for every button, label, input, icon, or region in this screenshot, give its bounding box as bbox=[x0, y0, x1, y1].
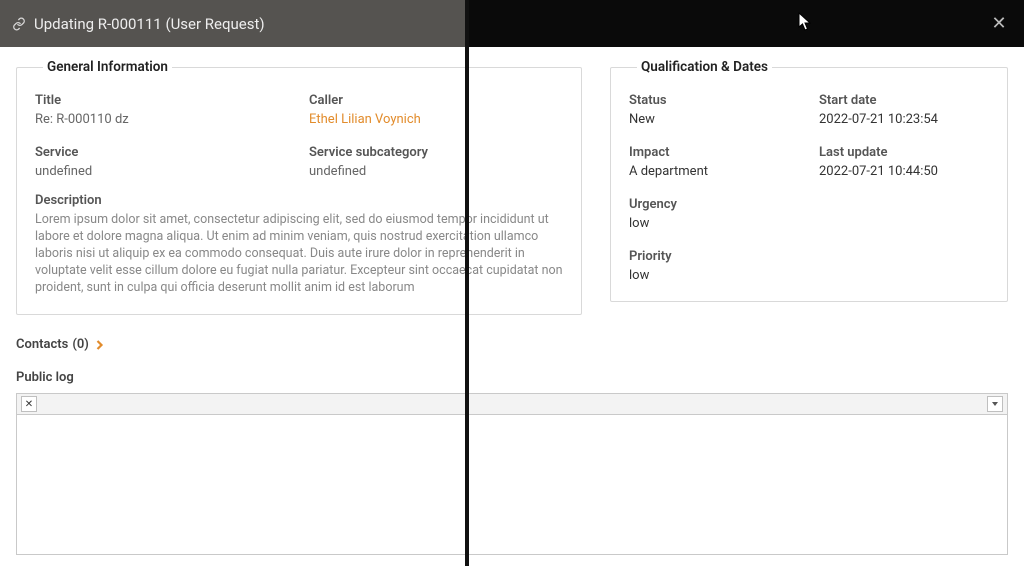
field-start-date-value: 2022-07-21 10:23:54 bbox=[819, 112, 989, 127]
vertical-divider[interactable] bbox=[465, 0, 469, 566]
field-service-value: undefined bbox=[35, 164, 289, 179]
general-information-legend: General Information bbox=[43, 59, 172, 75]
field-caller-label: Caller bbox=[309, 93, 563, 108]
toolbar-clear-button[interactable]: ✕ bbox=[21, 396, 37, 412]
field-caller-value[interactable]: Ethel Lilian Voynich bbox=[309, 112, 563, 127]
field-status-label: Status bbox=[629, 93, 799, 108]
field-status: Status New bbox=[629, 93, 799, 127]
contacts-count: (0) bbox=[72, 337, 89, 352]
field-status-value: New bbox=[629, 112, 799, 127]
toolbar-dropdown-button[interactable] bbox=[987, 396, 1003, 412]
close-icon: ✕ bbox=[991, 13, 1006, 34]
field-start-date: Start date 2022-07-21 10:23:54 bbox=[819, 93, 989, 127]
header-left: Updating R-000111 (User Request) bbox=[0, 0, 465, 47]
body: General Information Title Re: R-000110 d… bbox=[0, 47, 1024, 315]
general-information-panel: General Information Title Re: R-000110 d… bbox=[16, 59, 582, 315]
field-description-value: Lorem ipsum dolor sit amet, consectetur … bbox=[35, 212, 563, 296]
lower-section: Contacts (0) Public log ✕ bbox=[0, 337, 1024, 555]
field-urgency-value: low bbox=[629, 216, 799, 231]
qualification-dates-legend: Qualification & Dates bbox=[637, 59, 772, 75]
field-last-update-value: 2022-07-21 10:44:50 bbox=[819, 164, 989, 179]
public-log-title: Public log bbox=[16, 370, 1008, 385]
close-button[interactable]: ✕ bbox=[984, 0, 1014, 47]
field-description: Description Lorem ipsum dolor sit amet, … bbox=[35, 193, 563, 296]
field-subcategory: Service subcategory undefined bbox=[309, 145, 563, 179]
field-title-value: Re: R-000110 dz bbox=[35, 112, 289, 127]
left-column: General Information Title Re: R-000110 d… bbox=[16, 59, 582, 315]
clear-icon: ✕ bbox=[25, 399, 33, 410]
link-icon bbox=[12, 17, 26, 31]
qualification-dates-panel: Qualification & Dates Status New Start d… bbox=[610, 59, 1008, 302]
public-log-editor[interactable] bbox=[16, 415, 1008, 555]
field-subcategory-value: undefined bbox=[309, 164, 563, 179]
contacts-toggle[interactable]: Contacts (0) bbox=[16, 337, 1008, 352]
contacts-label: Contacts bbox=[16, 337, 68, 352]
field-caller: Caller Ethel Lilian Voynich bbox=[309, 93, 563, 127]
field-title-label: Title bbox=[35, 93, 289, 108]
field-urgency-label: Urgency bbox=[629, 197, 799, 212]
field-priority-label: Priority bbox=[629, 249, 799, 264]
page-title: Updating R-000111 (User Request) bbox=[34, 15, 265, 33]
chevron-right-icon bbox=[95, 339, 104, 351]
field-title: Title Re: R-000110 dz bbox=[35, 93, 289, 127]
field-impact-value: A department bbox=[629, 164, 799, 179]
header-right: ✕ bbox=[465, 0, 1024, 47]
field-urgency: Urgency low bbox=[629, 197, 799, 231]
field-description-label: Description bbox=[35, 193, 563, 208]
field-last-update-label: Last update bbox=[819, 145, 989, 160]
field-priority: Priority low bbox=[629, 249, 799, 283]
field-impact: Impact A department bbox=[629, 145, 799, 179]
field-service: Service undefined bbox=[35, 145, 289, 179]
field-subcategory-label: Service subcategory bbox=[309, 145, 563, 160]
field-priority-value: low bbox=[629, 268, 799, 283]
field-last-update: Last update 2022-07-21 10:44:50 bbox=[819, 145, 989, 179]
field-service-label: Service bbox=[35, 145, 289, 160]
right-column: Qualification & Dates Status New Start d… bbox=[610, 59, 1008, 315]
field-impact-label: Impact bbox=[629, 145, 799, 160]
public-log-toolbar: ✕ bbox=[16, 393, 1008, 415]
header-bar: Updating R-000111 (User Request) ✕ bbox=[0, 0, 1024, 47]
field-start-date-label: Start date bbox=[819, 93, 989, 108]
